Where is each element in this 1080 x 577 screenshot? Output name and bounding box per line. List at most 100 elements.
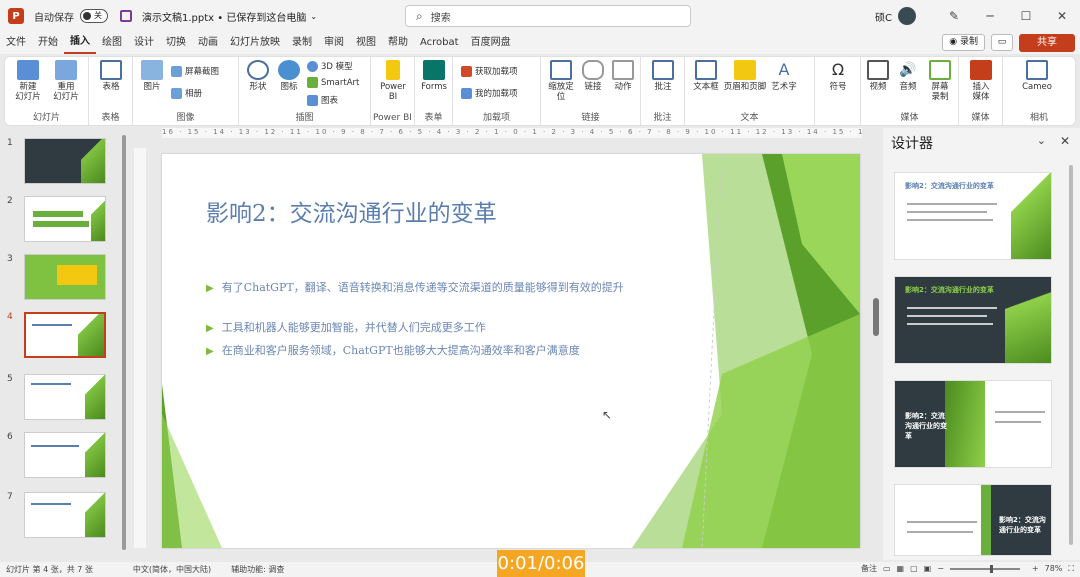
symbol-button[interactable]: Ω 符号 xyxy=(821,60,855,92)
comment-icon[interactable]: ▭ xyxy=(991,34,1013,51)
file-title[interactable]: 演示文稿1.pptx • 已保存到这台电脑 xyxy=(142,9,306,24)
new-slide-label: 新建 幻灯片 xyxy=(15,82,41,102)
smartart-button[interactable]: SmartArt xyxy=(307,77,359,88)
icons-label: 图标 xyxy=(280,82,298,92)
group-label: 链接 xyxy=(581,113,600,123)
slide-title[interactable]: 影响2：交流沟通行业的变革 xyxy=(206,194,497,228)
tab-record[interactable]: 录制 xyxy=(286,32,318,54)
comment-button[interactable]: 批注 xyxy=(647,60,679,92)
minimize-icon[interactable]: ─ xyxy=(972,9,1008,23)
picture-button[interactable]: 图片 xyxy=(137,60,167,92)
my-addins-button[interactable]: 我的加载项 xyxy=(461,87,518,99)
vertical-ruler[interactable] xyxy=(134,148,146,548)
autosave-toggle[interactable]: 关 xyxy=(80,9,108,23)
pen-icon[interactable]: ✎ xyxy=(936,9,972,23)
chart-button[interactable]: 图表 xyxy=(307,94,338,106)
bullet-item[interactable]: ▶ 在商业和客户服务领域，ChatGPT也能够大大提高沟通效率和客户满意度 xyxy=(206,343,686,360)
textbox-button[interactable]: 文本框 xyxy=(689,60,723,92)
ribbon: 新建 幻灯片 重用 幻灯片 幻灯片 表格 表格 图片 屏幕截图 相册 图像 形状… xyxy=(4,56,1076,126)
maximize-icon[interactable]: ☐ xyxy=(1008,9,1044,23)
scrollbar-thumb[interactable] xyxy=(1069,165,1073,545)
chevron-down-icon[interactable]: ⌄ xyxy=(1037,134,1046,147)
close-icon[interactable]: ✕ xyxy=(1044,9,1080,23)
slide-thumbnail-4[interactable] xyxy=(24,312,106,358)
table-button[interactable]: 表格 xyxy=(95,60,127,92)
powerbi-button[interactable]: Power BI xyxy=(377,60,409,102)
design-option-4[interactable]: 影响2：交流沟通行业的变革 xyxy=(894,484,1052,556)
view-reading-icon[interactable]: ▢ xyxy=(910,564,918,573)
tab-review[interactable]: 审阅 xyxy=(318,32,350,54)
view-normal-icon[interactable]: ▭ xyxy=(883,564,891,573)
insert-media-button[interactable]: 插入 媒体 xyxy=(965,60,997,102)
tab-insert[interactable]: 插入 xyxy=(64,32,96,54)
design-option-3[interactable]: 影响2：交流沟通行业的变革 xyxy=(894,380,1052,468)
editor-scrollbar[interactable] xyxy=(872,140,880,550)
get-addins-button[interactable]: 获取加载项 xyxy=(461,65,518,77)
fit-slide-icon[interactable]: ⛶ xyxy=(1068,564,1074,574)
slide-thumbnail-6[interactable] xyxy=(24,432,106,478)
slide-canvas[interactable]: 影响2：交流沟通行业的变革 ▶ 有了ChatGPT，翻译、语音转换和消息传递等交流… xyxy=(162,154,860,548)
tab-transitions[interactable]: 切换 xyxy=(160,32,192,54)
notes-button[interactable]: 备注 xyxy=(861,563,877,574)
smartart-label: SmartArt xyxy=(321,77,360,88)
tab-baidu[interactable]: 百度网盘 xyxy=(465,32,517,54)
zoom-out-icon[interactable]: − xyxy=(937,564,944,573)
header-footer-button[interactable]: 页眉和页脚 xyxy=(723,60,767,92)
designer-scrollbar[interactable] xyxy=(1069,165,1075,550)
zoom-slider[interactable] xyxy=(949,564,1020,573)
scrollbar-thumb[interactable] xyxy=(873,298,879,336)
forms-button[interactable]: Forms xyxy=(419,60,449,92)
zoom-level[interactable]: 78% xyxy=(1045,564,1063,573)
action-button[interactable]: 动作 xyxy=(609,60,637,92)
search-box[interactable]: ⌕ 搜索 xyxy=(405,5,691,27)
bullet-item[interactable]: ▶ 工具和机器人能够更加智能，并代替人们完成更多工作 xyxy=(206,320,686,337)
tab-view[interactable]: 视图 xyxy=(350,32,382,54)
tab-design[interactable]: 设计 xyxy=(128,32,160,54)
share-button[interactable]: 共享 xyxy=(1019,34,1075,52)
tab-acrobat[interactable]: Acrobat xyxy=(414,32,465,54)
design-option-1[interactable]: 影响2：交流沟通行业的变革 xyxy=(894,172,1052,260)
design-option-2[interactable]: 影响2：交流沟通行业的变革 xyxy=(894,276,1052,364)
3d-model-button[interactable]: 3D 模型 xyxy=(307,60,353,72)
view-sorter-icon[interactable]: ▦ xyxy=(897,564,905,573)
tab-file[interactable]: 文件 xyxy=(0,32,32,54)
slide-thumbnail-3[interactable] xyxy=(24,254,106,300)
zoom-in-icon[interactable]: + xyxy=(1032,564,1039,573)
video-label: 视频 xyxy=(869,82,887,92)
slide-thumbnail-7[interactable] xyxy=(24,492,106,538)
screen-recording-button[interactable]: 屏幕 录制 xyxy=(925,60,955,102)
accessibility-status[interactable]: 辅助功能: 调查 xyxy=(231,564,284,575)
tab-help[interactable]: 帮助 xyxy=(382,32,414,54)
record-button[interactable]: ◉ 录制 xyxy=(942,34,985,51)
close-icon[interactable]: ✕ xyxy=(1060,134,1070,148)
view-slideshow-icon[interactable]: ▣ xyxy=(924,564,932,573)
cameo-button[interactable]: Cameo xyxy=(1017,60,1057,92)
user-name[interactable]: 硕C xyxy=(875,9,892,24)
tab-draw[interactable]: 绘图 xyxy=(96,32,128,54)
tab-animations[interactable]: 动画 xyxy=(192,32,224,54)
horizontal-ruler[interactable]: 16 · 15 · 14 · 13 · 12 · 11 · 10 · 9 · 8… xyxy=(162,128,862,138)
link-button[interactable]: 链接 xyxy=(579,60,607,92)
tab-home[interactable]: 开始 xyxy=(32,32,64,54)
slide-thumbnail-1[interactable] xyxy=(24,138,106,184)
bullet-item[interactable]: ▶ 有了ChatGPT，翻译、语音转换和消息传递等交流渠道的质量能够得到有效的提升 xyxy=(206,280,686,297)
album-button[interactable]: 相册 xyxy=(171,87,202,99)
language-status[interactable]: 中文(简体，中国大陆) xyxy=(133,564,211,575)
shapes-button[interactable]: 形状 xyxy=(243,60,273,92)
video-button[interactable]: 视频 xyxy=(863,60,893,92)
chevron-down-icon[interactable]: ⌄ xyxy=(310,12,317,21)
zoom-button[interactable]: 缩放定 位 xyxy=(545,60,577,102)
wordart-button[interactable]: A 艺术字 xyxy=(769,60,799,92)
slide-thumbnail-2[interactable] xyxy=(24,196,106,242)
new-slide-button[interactable]: 新建 幻灯片 xyxy=(11,60,45,102)
save-icon[interactable] xyxy=(120,10,132,22)
audio-button[interactable]: 🔊 音频 xyxy=(893,60,923,92)
tab-slideshow[interactable]: 幻灯片放映 xyxy=(224,32,286,54)
thumbnails-scrollbar[interactable] xyxy=(120,135,128,557)
scrollbar-thumb[interactable] xyxy=(122,135,126,550)
avatar[interactable] xyxy=(898,7,916,25)
slide-thumbnail-5[interactable] xyxy=(24,374,106,420)
screenshot-button[interactable]: 屏幕截图 xyxy=(171,65,219,77)
icons-button[interactable]: 图标 xyxy=(275,60,303,92)
reuse-slide-button[interactable]: 重用 幻灯片 xyxy=(49,60,83,102)
